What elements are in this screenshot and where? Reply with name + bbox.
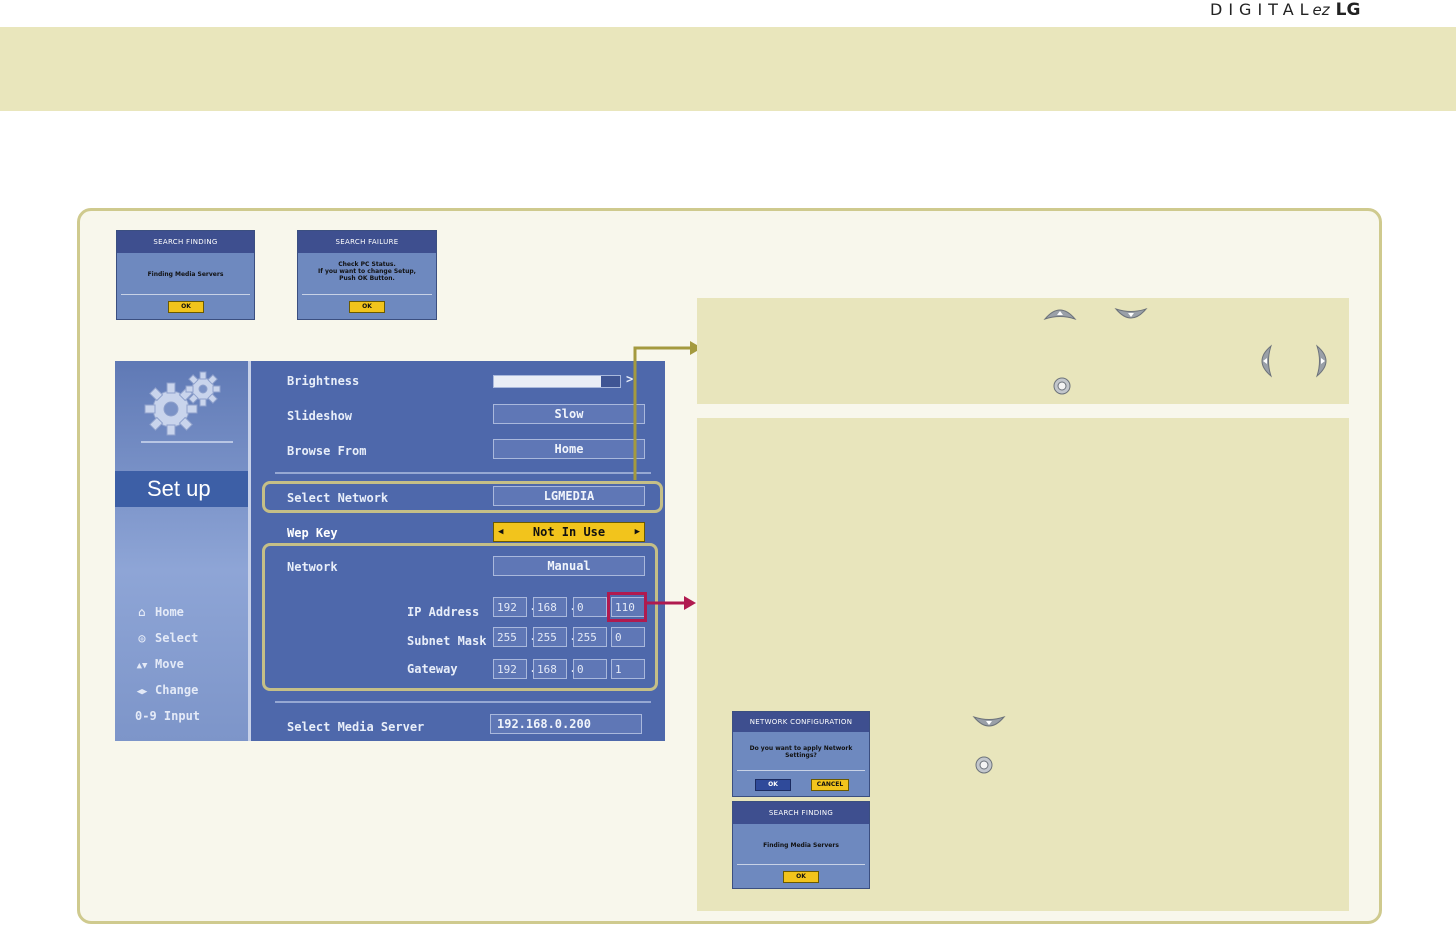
brand-logo: DIGITALez LG: [1210, 0, 1360, 22]
ok-select-icon: [975, 756, 993, 774]
dialog-separator: [737, 770, 865, 771]
nav-home-label: Home: [155, 605, 184, 619]
dialog-separator: [121, 294, 250, 295]
right-arrow-icon: [1315, 344, 1327, 378]
nav-select[interactable]: ◎ Select: [135, 631, 198, 645]
dialog-message-line1: Check PC Status.: [338, 261, 396, 268]
dialog-message: Finding Media Servers: [763, 842, 839, 849]
dialog-message: Do you want to apply Network Settings?: [749, 745, 853, 759]
select-media-server-label: Select Media Server: [287, 720, 425, 734]
setup-title: Set up: [115, 471, 248, 507]
nav-home[interactable]: ⌂ Home: [135, 605, 184, 619]
slideshow-label: Slideshow: [287, 409, 353, 423]
brand-ez: ez: [1312, 1, 1330, 19]
down-arrow-icon: [1114, 307, 1148, 319]
wep-key-label: Wep Key: [287, 526, 338, 540]
home-icon: ⌂: [138, 605, 146, 619]
nav-change-label: Change: [155, 683, 199, 697]
browse-from-label: Browse From: [287, 444, 367, 458]
search-failure-dialog: SEARCH FAILURE Check PC Status. If you w…: [297, 230, 437, 320]
nav-input[interactable]: 0-9 Input: [135, 709, 200, 723]
dialog-title: NETWORK CONFIGURATION: [733, 712, 869, 732]
search-finding-dialog-2: SEARCH FINDING Finding Media Servers OK: [732, 801, 870, 889]
wep-key-value: Not In Use: [532, 525, 606, 539]
divider: [275, 701, 651, 703]
chevron-left-icon: ◀: [498, 527, 504, 537]
media-server-select[interactable]: 192.168.0.200: [490, 714, 642, 734]
brand-digital: DIGITAL: [1210, 0, 1315, 19]
brightness-label: Brightness: [287, 374, 360, 388]
ok-button[interactable]: OK: [349, 301, 385, 313]
dialog-message-line3: Push OK Button.: [339, 275, 395, 282]
brand-lg: LG: [1335, 0, 1361, 20]
dialog-message: Finding Media Servers: [147, 271, 224, 278]
brightness-fill: [494, 376, 602, 387]
divider: [275, 472, 651, 474]
left-arrow-icon: [1261, 344, 1273, 378]
ok-button[interactable]: OK: [755, 779, 791, 791]
dialog-title: SEARCH FAILURE: [298, 231, 436, 253]
nav-move[interactable]: ▲▼ Move: [135, 657, 184, 671]
dialog-separator: [737, 864, 865, 865]
nav-select-label: Select: [155, 631, 199, 645]
ok-button[interactable]: OK: [168, 301, 204, 313]
ok-button[interactable]: OK: [783, 871, 819, 883]
nav-change[interactable]: ◀▶ Change: [135, 683, 199, 697]
move-icon: ▲▼: [136, 661, 148, 671]
setup-sidebar: Set up ⌂ Home ◎ Select ▲▼ Move ◀▶ Change 0-9…: [115, 361, 251, 741]
gears-icon: [141, 371, 233, 443]
up-arrow-icon: [1043, 309, 1077, 321]
sidebar-divider: [248, 361, 251, 741]
dialog-title: SEARCH FINDING: [733, 802, 869, 824]
select-icon: ◎: [138, 631, 146, 645]
cancel-button[interactable]: CANCEL: [811, 779, 849, 791]
dialog-title: SEARCH FINDING: [117, 231, 254, 253]
instruction-box-top: [697, 298, 1349, 404]
network-configuration-dialog: NETWORK CONFIGURATION Do you want to app…: [732, 711, 870, 797]
network-settings-highlight: [262, 543, 658, 691]
dialog-message-line2: If you want to change Setup,: [318, 268, 416, 275]
down-arrow-icon: [972, 715, 1006, 727]
connector-arrows: [633, 341, 702, 610]
header-band: [0, 27, 1456, 111]
ok-select-icon: [1053, 377, 1071, 395]
change-icon: ◀▶: [136, 687, 148, 697]
dialog-separator: [302, 294, 432, 295]
nav-input-label: 0-9 Input: [135, 709, 201, 723]
nav-move-label: Move: [155, 657, 184, 671]
search-finding-dialog: SEARCH FINDING Finding Media Servers OK: [116, 230, 255, 320]
